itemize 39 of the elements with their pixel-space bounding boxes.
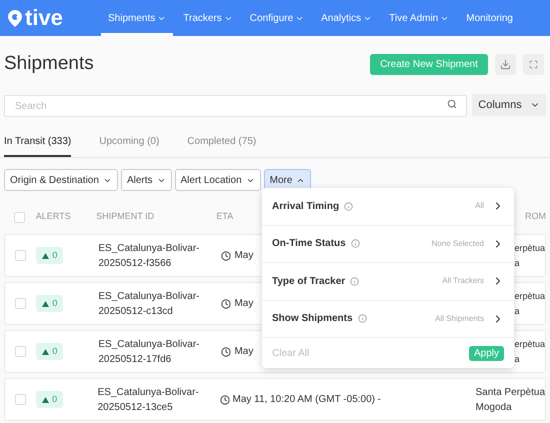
origin-text: erpètua [514, 290, 545, 303]
option-value: None Selected [432, 238, 484, 250]
column-header: ALERTS [36, 210, 72, 224]
shipment-id: 20250512-f3566 [98, 256, 172, 270]
origin-text: a [514, 256, 520, 270]
shipment-id: 20250512-17fd6 [98, 352, 172, 366]
option-label: Show Shipments [272, 312, 353, 326]
option-label: On-Time Status [272, 237, 346, 252]
eta-text: May [234, 297, 254, 311]
table-cell: - [378, 394, 381, 405]
eta-text: May [234, 249, 254, 263]
column-header: SHIPMENT ID [96, 210, 156, 224]
alert-count-badge: 0 [36, 295, 64, 312]
alert-count-badge: 0 [36, 391, 64, 408]
origin-text: Santa Perpètua [476, 386, 546, 400]
eta-text: May [234, 345, 254, 359]
origin-text: Mogoda [476, 400, 513, 414]
shipment-id: ES_Catalunya-Bolivar- [98, 338, 201, 352]
origin-text: erpètua [514, 242, 545, 255]
logo-text: tive [25, 7, 63, 29]
shipment-id: ES_Catalunya-Bolivar- [98, 242, 201, 256]
column-header: ETA [216, 210, 234, 224]
eta-text: May 11, 10:20 AM (GMT -05:00) [232, 393, 375, 407]
origin-text: erpètua [514, 338, 545, 351]
column-header: ROM [525, 210, 546, 224]
page-title: Shipments [4, 52, 94, 76]
shipment-id: ES_Catalunya-Bolivar- [98, 386, 200, 400]
shipment-id: 20250512-c13cd [98, 304, 174, 318]
shipment-id: ES_Catalunya-Bolivar- [98, 290, 201, 304]
origin-text: a [514, 352, 520, 366]
option-label: Arrival Timing [272, 200, 340, 214]
origin-text: a [514, 304, 520, 318]
shipment-id: 20250512-13ce5 [98, 400, 174, 414]
option-value: All Shipments [435, 312, 484, 325]
alert-count-badge: 0 [36, 247, 64, 264]
option-label: Type of Tracker [272, 274, 346, 289]
alert-count-badge: 0 [36, 343, 64, 360]
option-value: All [475, 200, 484, 212]
option-value: All Trackers [442, 275, 484, 288]
